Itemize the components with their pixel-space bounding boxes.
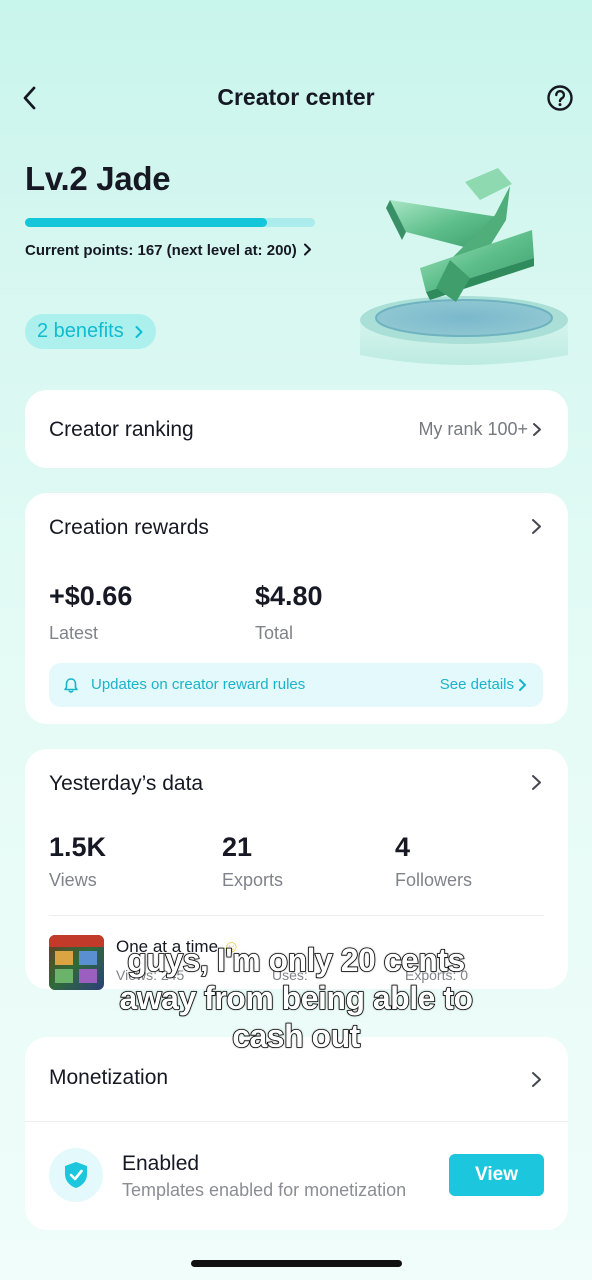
points-link[interactable]: Current points: 167 (next level at: 200) xyxy=(25,241,315,260)
shield-check-icon xyxy=(65,1162,87,1188)
video-caption-line-1: guys, I'm only 20 cents xyxy=(126,941,466,979)
views-label: Views xyxy=(49,870,97,890)
creator-ranking-card[interactable]: Creator ranking My rank 100+ xyxy=(25,390,568,468)
chevron-right-icon xyxy=(135,325,143,338)
top-nav-bar: Creator center xyxy=(0,76,592,120)
exports-label: Exports xyxy=(222,870,284,890)
total-reward-label: Total xyxy=(255,623,294,643)
chevron-right-icon xyxy=(303,243,311,256)
chevron-right-icon xyxy=(519,678,526,691)
question-circle-icon xyxy=(547,85,573,111)
reward-rules-notice[interactable]: Updates on creator reward rules See deta… xyxy=(49,663,543,707)
benefits-label: 2 benefits xyxy=(37,320,124,342)
chevron-right-icon[interactable] xyxy=(531,774,542,791)
my-rank-link[interactable]: My rank 100+ xyxy=(418,419,542,440)
see-details-link[interactable]: See details xyxy=(440,676,527,693)
creator-ranking-title: Creator ranking xyxy=(49,418,194,441)
jade-level-trophy-icon xyxy=(360,168,568,365)
video-caption-line-3: cash out xyxy=(231,1017,361,1055)
points-text: Current points: 167 (next level at: 200) xyxy=(25,242,297,259)
benefits-button[interactable]: 2 benefits xyxy=(25,314,156,349)
level-title: Lv.2 Jade xyxy=(25,160,171,197)
total-reward-value: $4.80 xyxy=(255,581,323,611)
next-section-peek xyxy=(49,1270,189,1280)
chevron-right-icon xyxy=(533,423,541,436)
monetization-card: Monetization Enabled Templates enabled f… xyxy=(25,1037,568,1230)
view-button[interactable]: View xyxy=(449,1154,544,1196)
see-details-label: See details xyxy=(439,676,514,693)
monetization-subtitle: Templates enabled for monetization xyxy=(122,1180,407,1200)
creation-rewards-title: Creation rewards xyxy=(49,516,209,539)
exports-value: 21 xyxy=(222,832,253,862)
divider xyxy=(49,915,544,916)
chevron-right-icon[interactable] xyxy=(531,1071,542,1088)
latest-reward-value: +$0.66 xyxy=(49,581,133,611)
followers-label: Followers xyxy=(395,870,473,890)
monetization-title: Monetization xyxy=(49,1066,169,1089)
level-progress-bar xyxy=(25,218,315,227)
help-button[interactable] xyxy=(544,82,576,114)
monetization-status: Enabled xyxy=(122,1152,200,1175)
page-title: Creator center xyxy=(217,84,375,110)
reward-rules-notice-text: Updates on creator reward rules xyxy=(91,676,306,693)
followers-value: 4 xyxy=(395,832,411,862)
views-value: 1.5K xyxy=(49,832,107,862)
shield-icon-badge xyxy=(49,1148,103,1202)
my-rank-text: My rank 100+ xyxy=(418,419,528,439)
divider xyxy=(25,1121,568,1122)
level-progress-fill xyxy=(25,218,268,227)
latest-reward-label: Latest xyxy=(49,623,99,643)
video-caption-line-2: away from being able to xyxy=(119,979,474,1017)
creation-rewards-card: Creation rewards +$0.66 Latest $4.80 Tot… xyxy=(25,493,568,724)
home-indicator[interactable] xyxy=(191,1260,402,1267)
yesterday-data-title: Yesterday’s data xyxy=(49,772,204,795)
chevron-right-icon[interactable] xyxy=(531,518,542,535)
bell-icon xyxy=(64,678,78,693)
